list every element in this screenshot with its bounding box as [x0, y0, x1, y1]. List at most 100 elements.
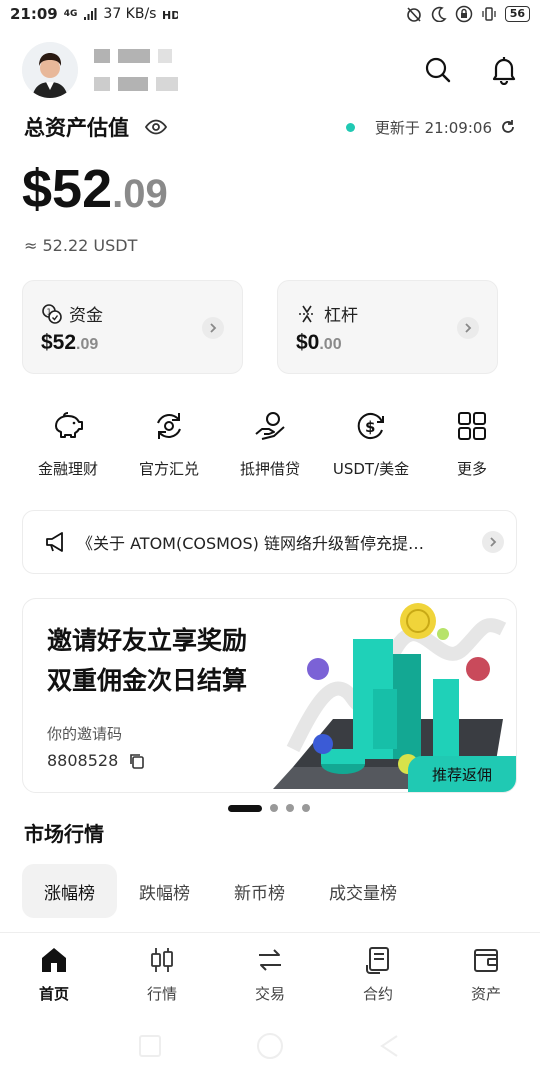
battery-indicator: 56	[504, 6, 530, 22]
update-time: 更新于 21:09:06	[374, 118, 492, 137]
tab-volume[interactable]: 成交量榜	[307, 864, 419, 918]
quick-action-label: USDT/美金	[332, 460, 410, 478]
fund-label: 资金	[69, 306, 103, 326]
quick-action-usdt-usd[interactable]: $ USDT/美金	[321, 408, 421, 479]
nav-label: 资产	[470, 985, 501, 1003]
chevron-right-icon	[465, 323, 472, 333]
tab-top-losers[interactable]: 跌幅榜	[117, 864, 212, 918]
banner-headline-1: 邀请好友立享奖励	[47, 626, 248, 655]
invite-code-value: 8808528	[47, 751, 119, 770]
live-dot-icon	[345, 122, 355, 132]
lock-rotation-icon	[455, 5, 472, 23]
nav-label: 首页	[38, 985, 69, 1003]
leverage-amount-integer: $0	[296, 331, 320, 354]
fund-icon: 1	[42, 303, 62, 324]
status-time: 21:09	[10, 5, 58, 23]
balance-integer: $52	[22, 159, 113, 219]
user-info-redacted	[94, 49, 178, 91]
carousel-dot	[302, 804, 310, 812]
search-icon[interactable]	[424, 56, 452, 84]
rebate-badge[interactable]: 推荐返佣	[408, 756, 516, 792]
home-circle-icon[interactable]	[256, 1032, 284, 1060]
megaphone-icon	[46, 532, 63, 552]
contract-icon	[366, 947, 389, 974]
fund-account-card[interactable]: 1 资金 $52.09	[22, 280, 243, 374]
total-balance: $52.09	[22, 158, 168, 220]
swap-icon	[259, 949, 281, 971]
quick-action-finance[interactable]: 金融理财	[18, 408, 118, 479]
bottom-nav: 首页 行情 交易 合约 资产	[0, 932, 540, 1018]
piggy-bank-icon	[55, 412, 83, 438]
announcement-bar[interactable]: 《关于 ATOM(COSMOS) 链网络升级暂停充提…	[22, 510, 517, 574]
moon-icon	[431, 6, 447, 22]
balance-decimal: .09	[112, 172, 168, 216]
leverage-amount-decimal: .00	[319, 336, 342, 353]
chevron-right-icon	[490, 537, 497, 547]
refresh-icon[interactable]	[500, 119, 516, 135]
carousel-indicator	[228, 804, 310, 812]
nav-contracts[interactable]: 合约	[333, 945, 423, 1004]
quick-action-more[interactable]: 更多	[422, 408, 522, 479]
avatar[interactable]	[22, 42, 78, 98]
leverage-icon	[299, 305, 315, 322]
alarm-off-icon	[406, 7, 421, 22]
usd-cycle-icon: $	[357, 413, 384, 439]
asset-title: 总资产估值	[24, 116, 129, 140]
nav-trade[interactable]: 交易	[225, 945, 315, 1004]
chevron-right-icon	[210, 323, 217, 333]
system-navigation-bar	[0, 1026, 540, 1066]
nav-home[interactable]: 首页	[9, 945, 99, 1004]
nav-assets[interactable]: 资产	[441, 945, 531, 1004]
recent-apps-icon[interactable]	[137, 1033, 163, 1059]
market-tabs: 涨幅榜 跌幅榜 新币榜 成交量榜	[22, 864, 419, 918]
signal-icon	[84, 8, 97, 20]
leverage-account-card[interactable]: 杠杆 $0.00	[277, 280, 498, 374]
bell-icon[interactable]	[490, 55, 518, 85]
quick-action-official-exchange[interactable]: 官方汇兑	[119, 408, 219, 479]
status-bar: 21:09 4G 37 KB/s HD 56	[0, 0, 540, 28]
quick-action-label: 官方汇兑	[138, 460, 199, 478]
tab-top-gainers[interactable]: 涨幅榜	[22, 864, 117, 918]
hd-icon: HD	[162, 9, 178, 21]
copy-icon[interactable]	[128, 752, 146, 770]
loan-hand-icon	[255, 412, 285, 440]
network-speed: 37 KB/s	[103, 6, 157, 22]
grid-more-icon	[458, 412, 486, 440]
leverage-label: 杠杆	[324, 306, 358, 326]
user-avatar-icon	[22, 42, 78, 98]
invite-banner[interactable]: 邀请好友立享奖励 双重佣金次日结算 你的邀请码 8808528 推荐返佣	[22, 598, 517, 793]
market-section-title: 市场行情	[24, 822, 104, 846]
fund-chevron-button[interactable]	[202, 317, 224, 339]
announcement-chevron-button[interactable]	[482, 531, 504, 553]
nav-label: 合约	[362, 985, 393, 1003]
quick-action-collateral-loan[interactable]: 抵押借贷	[220, 408, 320, 479]
candlestick-icon	[151, 948, 173, 972]
nav-label: 行情	[146, 985, 177, 1003]
carousel-dot-active	[228, 804, 262, 812]
usdt-equivalent: ≈ 52.22 USDT	[24, 236, 138, 255]
nav-markets[interactable]: 行情	[117, 945, 207, 1004]
fund-amount-integer: $52	[41, 331, 77, 354]
tab-new-listings[interactable]: 新币榜	[212, 864, 307, 918]
eye-icon[interactable]	[145, 119, 167, 135]
svg-text:$: $	[365, 418, 375, 436]
carousel-dot	[270, 804, 278, 812]
quick-action-label: 更多	[456, 460, 487, 478]
vibrate-icon	[482, 7, 496, 21]
leverage-chevron-button[interactable]	[457, 317, 479, 339]
quick-actions: 金融理财 官方汇兑 抵押借贷 $ USDT/美金 更多	[18, 408, 522, 479]
nav-label: 交易	[254, 985, 285, 1003]
banner-headline-2: 双重佣金次日结算	[47, 666, 248, 695]
home-icon	[42, 948, 66, 972]
announcement-text: 《关于 ATOM(COSMOS) 链网络升级暂停充提…	[77, 534, 425, 553]
back-icon[interactable]	[377, 1033, 403, 1059]
quick-action-label: 金融理财	[37, 460, 98, 478]
exchange-cycle-icon	[157, 413, 181, 439]
carousel-dot	[286, 804, 294, 812]
update-info: 更新于 21:09:06	[345, 117, 516, 138]
fund-amount-decimal: .09	[76, 336, 99, 353]
header	[22, 40, 518, 100]
quick-action-label: 抵押借贷	[239, 460, 300, 478]
wallet-icon	[474, 949, 498, 972]
network-type-label: 4G	[63, 9, 78, 19]
